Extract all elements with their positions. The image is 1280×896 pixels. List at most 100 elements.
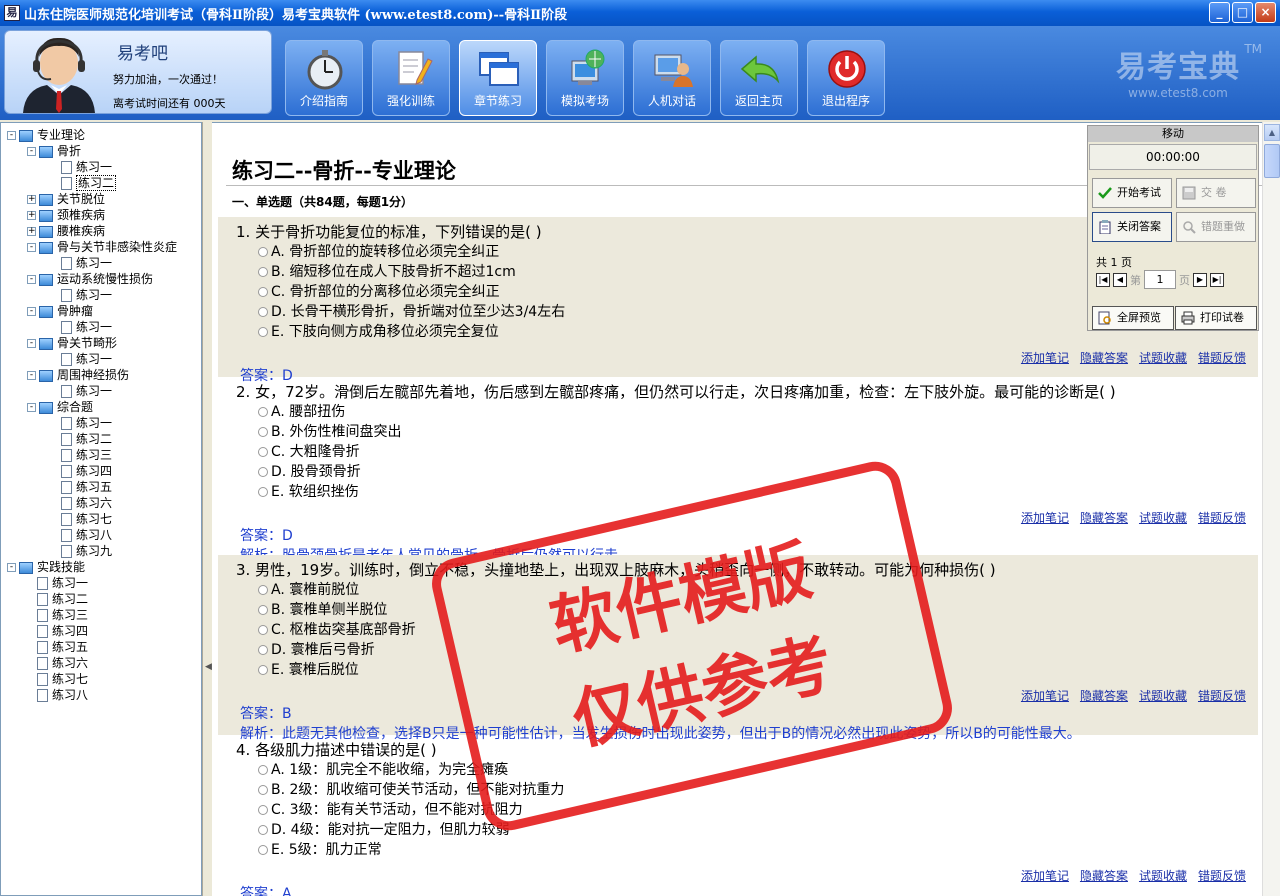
tree-item[interactable]: 练习七 [37, 671, 88, 687]
radio-icon[interactable] [258, 785, 268, 795]
maximize-button[interactable]: □ [1232, 2, 1253, 23]
answer-option[interactable]: C. 骨折部位的分离移位必须完全纠正 [258, 281, 500, 301]
radio-icon[interactable] [258, 825, 268, 835]
answer-option[interactable]: E. 软组织挫伤 [258, 481, 359, 501]
answer-option[interactable]: E. 5级：肌力正常 [258, 839, 382, 859]
hide-answer-link[interactable]: 隐藏答案 [1080, 869, 1128, 883]
report-error-link[interactable]: 错题反馈 [1198, 511, 1246, 525]
radio-icon[interactable] [258, 447, 268, 457]
expand-toggle-icon[interactable]: - [27, 147, 36, 156]
favorite-link[interactable]: 试题收藏 [1139, 351, 1187, 365]
expand-toggle-icon[interactable]: - [27, 371, 36, 380]
nav-home-button[interactable]: 返回主页 [720, 40, 798, 116]
scroll-thumb[interactable] [1264, 144, 1280, 178]
tree-folder[interactable]: + 关节脱位 [27, 191, 105, 207]
prev-page-icon[interactable]: ◀ [1113, 272, 1127, 287]
expand-toggle-icon[interactable]: - [27, 307, 36, 316]
radio-icon[interactable] [258, 625, 268, 635]
close-button[interactable]: × [1255, 2, 1276, 23]
nav-exit-button[interactable]: 退出程序 [807, 40, 885, 116]
tree-item[interactable]: 练习八 [61, 527, 112, 543]
answer-option[interactable]: E. 下肢向侧方成角移位必须完全复位 [258, 321, 499, 341]
add-note-link[interactable]: 添加笔记 [1021, 511, 1069, 525]
favorite-link[interactable]: 试题收藏 [1139, 511, 1187, 525]
radio-icon[interactable] [258, 765, 268, 775]
expand-toggle-icon[interactable]: + [27, 211, 36, 220]
tree-item[interactable]: 练习六 [61, 495, 112, 511]
radio-icon[interactable] [258, 845, 268, 855]
tree-item[interactable]: 练习三 [37, 607, 88, 623]
radio-icon[interactable] [258, 287, 268, 297]
hide-answer-link[interactable]: 隐藏答案 [1080, 511, 1128, 525]
hide-answer-link[interactable]: 隐藏答案 [1080, 351, 1128, 365]
answer-option[interactable]: E. 寰椎后脱位 [258, 659, 359, 679]
radio-icon[interactable] [258, 805, 268, 815]
print-button[interactable]: 打印试卷 [1175, 306, 1257, 330]
panel-splitter[interactable]: ◀ [202, 122, 212, 896]
start-exam-button[interactable]: 开始考试 [1092, 178, 1172, 208]
first-page-icon[interactable]: |◀ [1096, 272, 1110, 287]
expand-toggle-icon[interactable]: + [27, 195, 36, 204]
tree-item[interactable]: 练习五 [61, 479, 112, 495]
tree-item[interactable]: 练习一 [37, 575, 88, 591]
radio-icon[interactable] [258, 487, 268, 497]
tree-folder[interactable]: + 颈椎疾病 [27, 207, 105, 223]
expand-toggle-icon[interactable]: - [7, 563, 16, 572]
tree-folder[interactable]: - 综合题 [27, 399, 93, 415]
tree-folder[interactable]: - 骨与关节非感染性炎症 [27, 239, 177, 255]
tree-item[interactable]: 练习四 [61, 463, 112, 479]
radio-icon[interactable] [258, 407, 268, 417]
tree-item[interactable]: 练习一 [61, 159, 112, 175]
tree-folder[interactable]: - 实践技能 [7, 559, 85, 575]
next-page-icon[interactable]: ▶ [1193, 272, 1207, 287]
answer-option[interactable]: C. 枢椎齿突基底部骨折 [258, 619, 416, 639]
favorite-link[interactable]: 试题收藏 [1139, 869, 1187, 883]
radio-icon[interactable] [258, 267, 268, 277]
report-error-link[interactable]: 错题反馈 [1198, 869, 1246, 883]
answer-option[interactable]: D. 股骨颈骨折 [258, 461, 361, 481]
answer-option[interactable]: A. 寰椎前脱位 [258, 579, 359, 599]
expand-toggle-icon[interactable]: - [27, 243, 36, 252]
nav-training-button[interactable]: 强化训练 [372, 40, 450, 116]
tree-folder[interactable]: - 骨关节畸形 [27, 335, 117, 351]
expand-toggle-icon[interactable]: + [27, 227, 36, 236]
collapse-arrow-icon[interactable]: ◀ [205, 662, 212, 672]
add-note-link[interactable]: 添加笔记 [1021, 869, 1069, 883]
expand-toggle-icon[interactable]: - [27, 403, 36, 412]
add-note-link[interactable]: 添加笔记 [1021, 351, 1069, 365]
radio-icon[interactable] [258, 467, 268, 477]
tree-folder[interactable]: - 周围神经损伤 [27, 367, 129, 383]
add-note-link[interactable]: 添加笔记 [1021, 689, 1069, 703]
radio-icon[interactable] [258, 585, 268, 595]
answer-option[interactable]: A. 1级：肌完全不能收缩，为完全瘫痪 [258, 759, 508, 779]
tree-folder[interactable]: - 骨肿瘤 [27, 303, 93, 319]
hide-answer-link[interactable]: 隐藏答案 [1080, 689, 1128, 703]
fullscreen-preview-button[interactable]: 全屏预览 [1092, 306, 1174, 330]
radio-icon[interactable] [258, 307, 268, 317]
scroll-up-icon[interactable]: ▲ [1264, 124, 1280, 141]
tree-folder[interactable]: - 骨折 [27, 143, 81, 159]
tree-item[interactable]: 练习一 [61, 287, 112, 303]
last-page-icon[interactable]: ▶| [1210, 272, 1224, 287]
tree-folder[interactable]: - 专业理论 [7, 127, 85, 143]
answer-option[interactable]: A. 骨折部位的旋转移位必须完全纠正 [258, 241, 499, 261]
expand-toggle-icon[interactable]: - [27, 339, 36, 348]
close-answer-button[interactable]: 关闭答案 [1092, 212, 1172, 242]
radio-icon[interactable] [258, 645, 268, 655]
tree-item[interactable]: 练习七 [61, 511, 112, 527]
radio-icon[interactable] [258, 247, 268, 257]
favorite-link[interactable]: 试题收藏 [1139, 689, 1187, 703]
nav-intro-button[interactable]: 介绍指南 [285, 40, 363, 116]
tree-item[interactable]: 练习一 [61, 319, 112, 335]
tree-item[interactable]: 练习八 [37, 687, 88, 703]
tree-item[interactable]: 练习一 [61, 351, 112, 367]
radio-icon[interactable] [258, 605, 268, 615]
tree-item[interactable]: 练习五 [37, 639, 88, 655]
answer-option[interactable]: D. 长骨干横形骨折，骨折端对位至少达3/4左右 [258, 301, 565, 321]
answer-option[interactable]: D. 寰椎后弓骨折 [258, 639, 375, 659]
tree-item[interactable]: 练习六 [37, 655, 88, 671]
expand-toggle-icon[interactable]: - [7, 131, 16, 140]
tree-item[interactable]: 练习二 [61, 431, 112, 447]
answer-option[interactable]: A. 腰部扭伤 [258, 401, 345, 421]
nav-simulation-button[interactable]: 模拟考场 [546, 40, 624, 116]
